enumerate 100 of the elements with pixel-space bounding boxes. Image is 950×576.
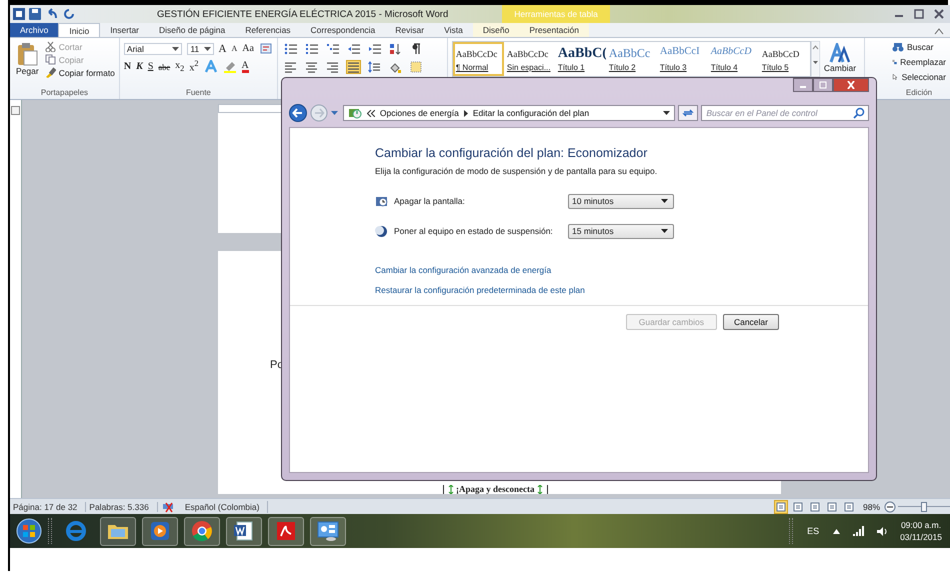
word-app-icon[interactable] — [13, 8, 25, 20]
font-format-button[interactable]: S — [148, 61, 154, 72]
ribbon-tab[interactable]: Archivo — [10, 23, 58, 37]
view-mode-icon[interactable] — [808, 500, 821, 512]
align-right-icon[interactable] — [326, 60, 339, 72]
pilcrow-icon[interactable] — [410, 42, 423, 54]
view-mode-icon[interactable] — [792, 500, 804, 512]
clock[interactable]: 09:00 a.m. 03/11/2015 — [900, 519, 950, 543]
zoom-slider[interactable] — [898, 502, 950, 512]
ribbon-tab[interactable]: Inicio — [58, 23, 100, 37]
numbered-list-icon[interactable] — [304, 42, 318, 54]
collapse-ribbon-icon[interactable] — [934, 27, 944, 35]
address-bar[interactable]: Opciones de energía Editar la configuración del plan — [342, 105, 676, 121]
language-label[interactable]: Español (Colombia) — [184, 502, 260, 512]
highlighter-icon[interactable] — [222, 60, 237, 73]
multilevel-list-icon[interactable] — [326, 42, 339, 54]
link[interactable]: Restaurar la configuración predeterminada de este plan — [375, 285, 585, 295]
ribbon-tab[interactable]: Diseño de página — [149, 23, 236, 37]
font-format-button[interactable]: Aa — [242, 43, 254, 54]
close-icon[interactable] — [846, 81, 856, 89]
signal-icon[interactable] — [852, 526, 864, 536]
proofing-icon[interactable] — [160, 500, 175, 512]
font-format-button[interactable]: A — [242, 60, 249, 72]
dropdown[interactable]: 15 minutos — [568, 224, 674, 238]
shading-icon[interactable] — [388, 60, 402, 72]
ribbon-tab[interactable]: Referencias — [235, 23, 301, 37]
ribbon-tab[interactable]: Vista — [434, 23, 473, 37]
word-count[interactable]: Palabras: 5.336 — [86, 502, 158, 512]
browser-icon[interactable] — [64, 519, 88, 543]
sort-icon[interactable] — [388, 42, 402, 54]
link[interactable]: Cambiar la configuración avanzada de energía — [375, 265, 552, 275]
breadcrumb-item[interactable]: Editar la configuración del plan — [472, 108, 590, 118]
media-player-icon[interactable] — [148, 519, 172, 543]
style-option[interactable]: AaBbCcD Título 4 — [708, 42, 759, 76]
start-orb-icon[interactable] — [16, 518, 42, 544]
setting-label: Apagar la pantalla: — [394, 196, 466, 206]
view-mode-icon[interactable] — [842, 500, 855, 512]
cancel-button[interactable]: Cancelar — [722, 314, 779, 330]
ribbon-tab[interactable]: Correspondencia — [300, 23, 386, 37]
editing-button[interactable]: Reemplazar — [892, 56, 946, 68]
search-field[interactable]: Buscar en el Panel de control — [701, 105, 870, 121]
maximize-icon[interactable] — [912, 8, 926, 20]
page-count[interactable]: Página: 17 de 32 — [10, 502, 86, 512]
ribbon-tab[interactable]: Insertar — [100, 23, 150, 37]
font-name-field[interactable]: Arial — [124, 42, 182, 54]
font-format-button[interactable]: x$_{2}$ — [175, 60, 184, 73]
font-format-button[interactable]: A — [231, 44, 238, 53]
speaker-icon[interactable] — [876, 526, 888, 536]
editing-button[interactable]: Buscar — [892, 41, 946, 53]
slider-thumb[interactable] — [921, 502, 927, 512]
paste-button[interactable]: Pegar — [14, 41, 41, 78]
table-move-icon[interactable] — [536, 485, 542, 494]
zoom-level[interactable]: 98% — [862, 502, 880, 512]
decrease-indent-icon[interactable] — [346, 42, 360, 54]
font-format-button[interactable]: K — [136, 61, 143, 72]
align-left-icon[interactable] — [284, 60, 297, 72]
justify-icon[interactable] — [346, 60, 360, 72]
view-mode-icon[interactable] — [774, 500, 787, 512]
borders-icon[interactable] — [410, 60, 423, 72]
ribbon-tab[interactable]: Diseño — [472, 23, 520, 37]
save-icon[interactable] — [29, 8, 41, 20]
eraser-icon[interactable] — [258, 42, 273, 54]
redo-icon[interactable] — [63, 8, 75, 20]
control-panel-icon[interactable] — [316, 519, 340, 543]
style-option[interactable]: AaBbCc Título 2 — [606, 42, 657, 76]
style-option[interactable]: AaBbCcD Título 5 — [758, 42, 810, 76]
line-spacing-icon[interactable] — [368, 60, 381, 72]
tray-arrow-icon[interactable] — [833, 528, 840, 534]
dropdown[interactable]: 10 minutos — [568, 194, 674, 208]
style-option[interactable]: AaBbCcDc Sin espaci... — [504, 42, 555, 76]
refresh-icon[interactable] — [682, 107, 694, 119]
clipboard-button[interactable]: Copiar formato — [44, 67, 115, 78]
view-mode-icon[interactable] — [826, 500, 838, 512]
back-icon[interactable] — [289, 104, 307, 122]
text-effects-icon[interactable] — [204, 60, 218, 73]
font-format-button[interactable]: x$^{2}$ — [189, 59, 199, 74]
language-indicator[interactable]: ES — [807, 526, 820, 536]
ribbon-tab[interactable]: Revisar — [385, 23, 434, 37]
font-format-button[interactable]: abe — [158, 62, 170, 72]
increase-indent-icon[interactable] — [368, 42, 381, 54]
align-center-icon[interactable] — [304, 60, 318, 72]
font-format-button[interactable]: A — [218, 42, 226, 54]
close-icon[interactable] — [932, 8, 946, 20]
chrome-icon[interactable] — [190, 519, 214, 543]
editing-button[interactable]: Seleccionar — [892, 71, 946, 83]
zoom-out-icon[interactable] — [884, 500, 896, 512]
cursor-icon — [892, 71, 899, 83]
style-option[interactable]: AaBbCcI Título 3 — [656, 42, 708, 76]
font-format-button[interactable]: N — [124, 61, 132, 72]
bullet-list-icon[interactable] — [284, 42, 297, 54]
font-size-field[interactable]: 11 — [187, 42, 214, 54]
description-text: Elija la configuración de modo de suspensión y de pantalla para su equipo. — [375, 166, 658, 176]
dropdown-arrow-icon[interactable] — [330, 111, 338, 115]
change-styles-button[interactable]: Cambiar — [820, 41, 860, 75]
tab-selector[interactable] — [11, 106, 20, 115]
table-move-icon[interactable] — [448, 485, 454, 494]
style-option[interactable]: AaBbCcDc ¶ Normal — [452, 42, 504, 76]
breadcrumb-item[interactable]: Opciones de energía — [380, 108, 459, 118]
pdf-icon[interactable] — [274, 519, 298, 543]
ribbon-tab[interactable]: Presentación — [519, 23, 589, 37]
